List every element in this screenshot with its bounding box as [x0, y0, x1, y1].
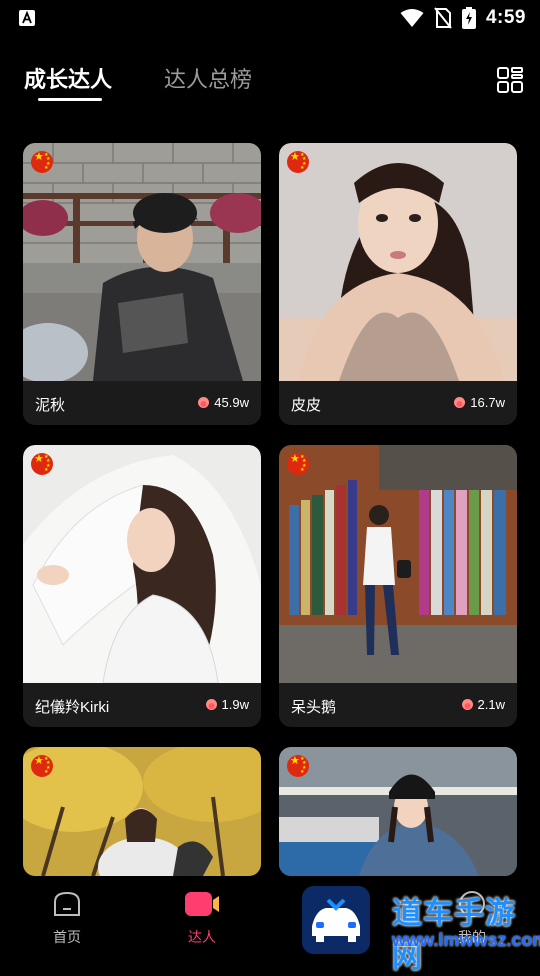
heat-value: 1.9w	[221, 697, 249, 712]
app-notification-icon	[19, 10, 35, 26]
home-icon	[54, 891, 80, 916]
heat-value: 45.9w	[214, 395, 249, 410]
creator-name: 纪儀羚Kirki	[35, 699, 110, 716]
heat-count: 1.9w	[205, 697, 249, 712]
heat-icon	[461, 699, 473, 710]
status-icons: 4:59	[400, 0, 526, 36]
status-time: 4:59	[485, 7, 526, 28]
watermark-url: www.lmwwsz.com	[392, 930, 540, 950]
battery-charging-icon	[461, 7, 476, 29]
creator-card[interactable]: ★ ★ ★ ★ ★	[279, 747, 517, 876]
heat-icon	[205, 699, 217, 710]
no-sim-icon	[434, 7, 452, 29]
wifi-icon	[400, 9, 424, 27]
creator-photo[interactable]: ★ ★ ★ ★ ★	[23, 143, 261, 381]
status-bar: 4:59	[0, 0, 540, 36]
china-flag-icon: ★ ★ ★ ★ ★	[31, 151, 53, 173]
creator-photo[interactable]: ★ ★ ★ ★ ★	[279, 445, 517, 683]
china-flag-icon: ★ ★ ★ ★ ★	[31, 453, 53, 475]
creator-photo[interactable]: ★ ★ ★ ★ ★	[23, 445, 261, 683]
tab-growth-stars[interactable]: 成长达人	[24, 62, 112, 94]
header: 成长达人 达人总榜	[0, 52, 540, 112]
creator-card[interactable]: ★ ★ ★ ★ ★ 泥秋 45.9w	[23, 143, 261, 425]
creator-photo[interactable]: ★ ★ ★ ★ ★	[23, 747, 261, 876]
heat-icon	[454, 397, 466, 408]
nav-home[interactable]: 首页	[27, 890, 107, 947]
creator-name: 泥秋	[35, 397, 66, 414]
china-flag-icon: ★ ★ ★ ★ ★	[287, 755, 309, 777]
china-flag-icon: ★ ★ ★ ★ ★	[31, 755, 53, 777]
nav-creators[interactable]: 达人	[162, 890, 242, 947]
grid-view-icon[interactable]	[496, 66, 524, 94]
creator-card[interactable]: ★ ★ ★ ★ ★	[23, 747, 261, 876]
tab-overall-ranking[interactable]: 达人总榜	[164, 62, 252, 94]
creator-name: 呆头鹅	[291, 699, 337, 716]
creator-photo[interactable]: ★ ★ ★ ★ ★	[279, 747, 517, 876]
heat-icon	[198, 397, 210, 408]
heat-value: 16.7w	[470, 395, 505, 410]
heat-count: 2.1w	[461, 697, 505, 712]
watermark-logo	[302, 886, 370, 954]
nav-creators-label: 达人	[188, 929, 216, 945]
creator-card[interactable]: ★ ★ ★ ★ ★ 呆头鹅 2.1w	[279, 445, 517, 727]
site-watermark: 道车手游网 www.lmwwsz.com	[302, 884, 540, 974]
video-camera-icon	[185, 892, 219, 916]
heat-value: 2.1w	[477, 697, 505, 712]
china-flag-icon: ★ ★ ★ ★ ★	[287, 453, 309, 475]
creator-photo[interactable]: ★ ★ ★ ★ ★	[279, 143, 517, 381]
heat-count: 16.7w	[453, 395, 505, 410]
creator-card[interactable]: ★ ★ ★ ★ ★ 皮皮 16.7w	[279, 143, 517, 425]
creator-name: 皮皮	[291, 397, 322, 414]
creator-card[interactable]: ★ ★ ★ ★ ★ 纪儀羚Kirki 1.9w	[23, 445, 261, 727]
nav-home-label: 首页	[53, 929, 81, 945]
tab-active-indicator	[38, 98, 102, 101]
china-flag-icon: ★ ★ ★ ★ ★	[287, 151, 309, 173]
heat-count: 45.9w	[197, 395, 249, 410]
